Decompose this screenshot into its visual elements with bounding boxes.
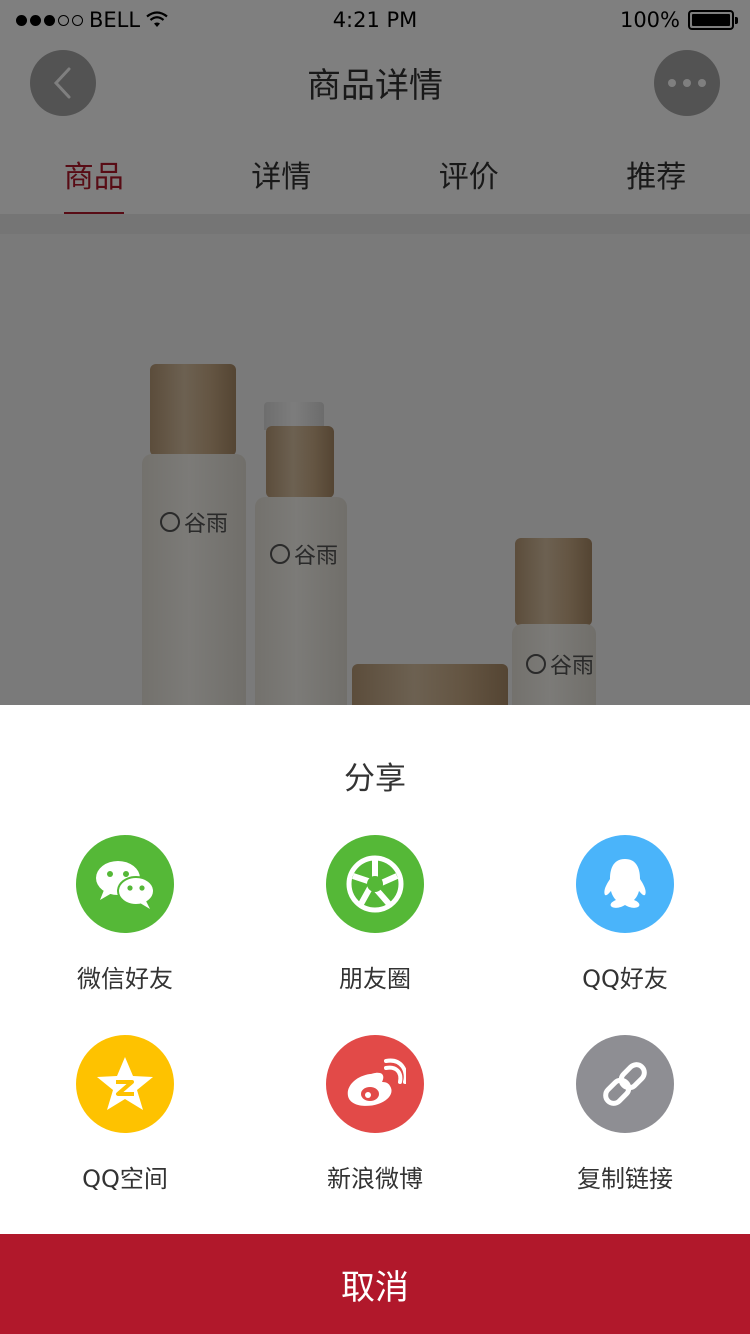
share-qzone[interactable]: QQ空间 <box>0 1035 250 1225</box>
weibo-icon <box>326 1035 424 1133</box>
link-icon <box>576 1035 674 1133</box>
wechat-icon <box>76 835 174 933</box>
share-qq[interactable]: QQ好友 <box>500 835 750 1025</box>
share-label: 朋友圈 <box>339 965 411 993</box>
share-label: 新浪微博 <box>327 1165 423 1193</box>
qzone-icon <box>76 1035 174 1133</box>
share-weibo[interactable]: 新浪微博 <box>250 1035 500 1225</box>
cancel-button[interactable]: 取消 <box>0 1234 750 1334</box>
share-label: 微信好友 <box>77 965 173 993</box>
moments-icon <box>326 835 424 933</box>
share-label: QQ好友 <box>582 965 668 993</box>
share-label: 复制链接 <box>577 1165 673 1193</box>
qq-icon <box>576 835 674 933</box>
share-title: 分享 <box>344 761 406 797</box>
share-moments[interactable]: 朋友圈 <box>250 835 500 1025</box>
share-copy-link[interactable]: 复制链接 <box>500 1035 750 1225</box>
share-wechat[interactable]: 微信好友 <box>0 835 250 1025</box>
share-label: QQ空间 <box>82 1165 168 1193</box>
